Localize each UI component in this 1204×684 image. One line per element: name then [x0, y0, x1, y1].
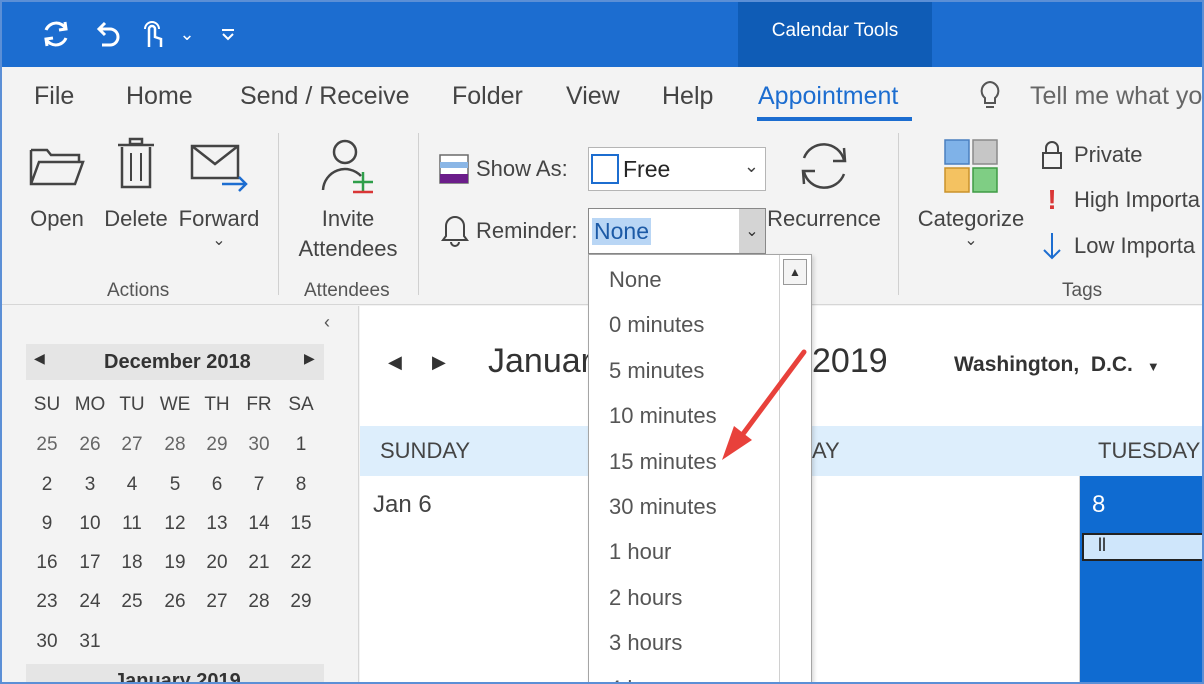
annotation-arrow [722, 349, 807, 460]
